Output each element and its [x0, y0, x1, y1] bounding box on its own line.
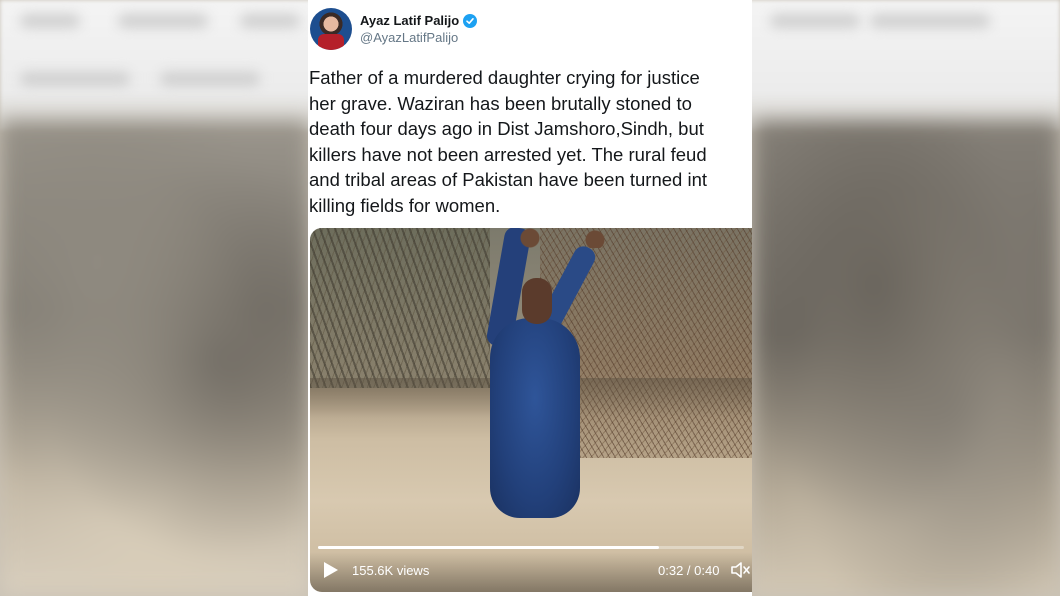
author-name-row: Ayaz Latif Palijo — [360, 13, 478, 28]
play-icon[interactable] — [324, 562, 338, 578]
tweet-card[interactable]: Ayaz Latif Palijo @AyazLatifPalijo Fathe… — [308, 0, 752, 596]
video-frame-figure — [490, 318, 580, 518]
video-controls: 155.6K views 0:32 / 0:40 — [310, 552, 752, 592]
blurred-video-right — [752, 120, 1060, 596]
blurred-text — [870, 14, 990, 28]
blurred-text — [20, 14, 80, 28]
view-count: 155.6K views — [352, 563, 430, 578]
avatar[interactable] — [310, 8, 352, 50]
blurred-text — [770, 14, 860, 28]
video-frame-figure-head — [522, 278, 552, 324]
blurred-text — [20, 72, 130, 86]
progress-bar[interactable] — [318, 546, 744, 549]
blurred-text — [160, 72, 260, 86]
checkmark-icon — [466, 17, 475, 24]
verified-badge-icon — [463, 13, 478, 28]
author-handle[interactable]: @AyazLatifPalijo — [360, 30, 458, 45]
volume-icon[interactable] — [730, 560, 752, 580]
tweet-text: Father of a murdered daughter crying for… — [309, 67, 708, 216]
blurred-text — [118, 14, 208, 28]
video-frame-brush-left — [310, 228, 490, 388]
video-player[interactable]: 155.6K views 0:32 / 0:40 — [310, 228, 752, 592]
progress-bar-fill — [318, 546, 659, 549]
author-name[interactable]: Ayaz Latif Palijo — [360, 13, 459, 28]
playback-time: 0:32 / 0:40 — [658, 563, 720, 578]
blurred-video-left — [0, 120, 310, 596]
video-frame-hands — [510, 228, 610, 248]
blurred-text — [240, 14, 300, 28]
tweet-header: Ayaz Latif Palijo @AyazLatifPalijo — [308, 6, 752, 54]
